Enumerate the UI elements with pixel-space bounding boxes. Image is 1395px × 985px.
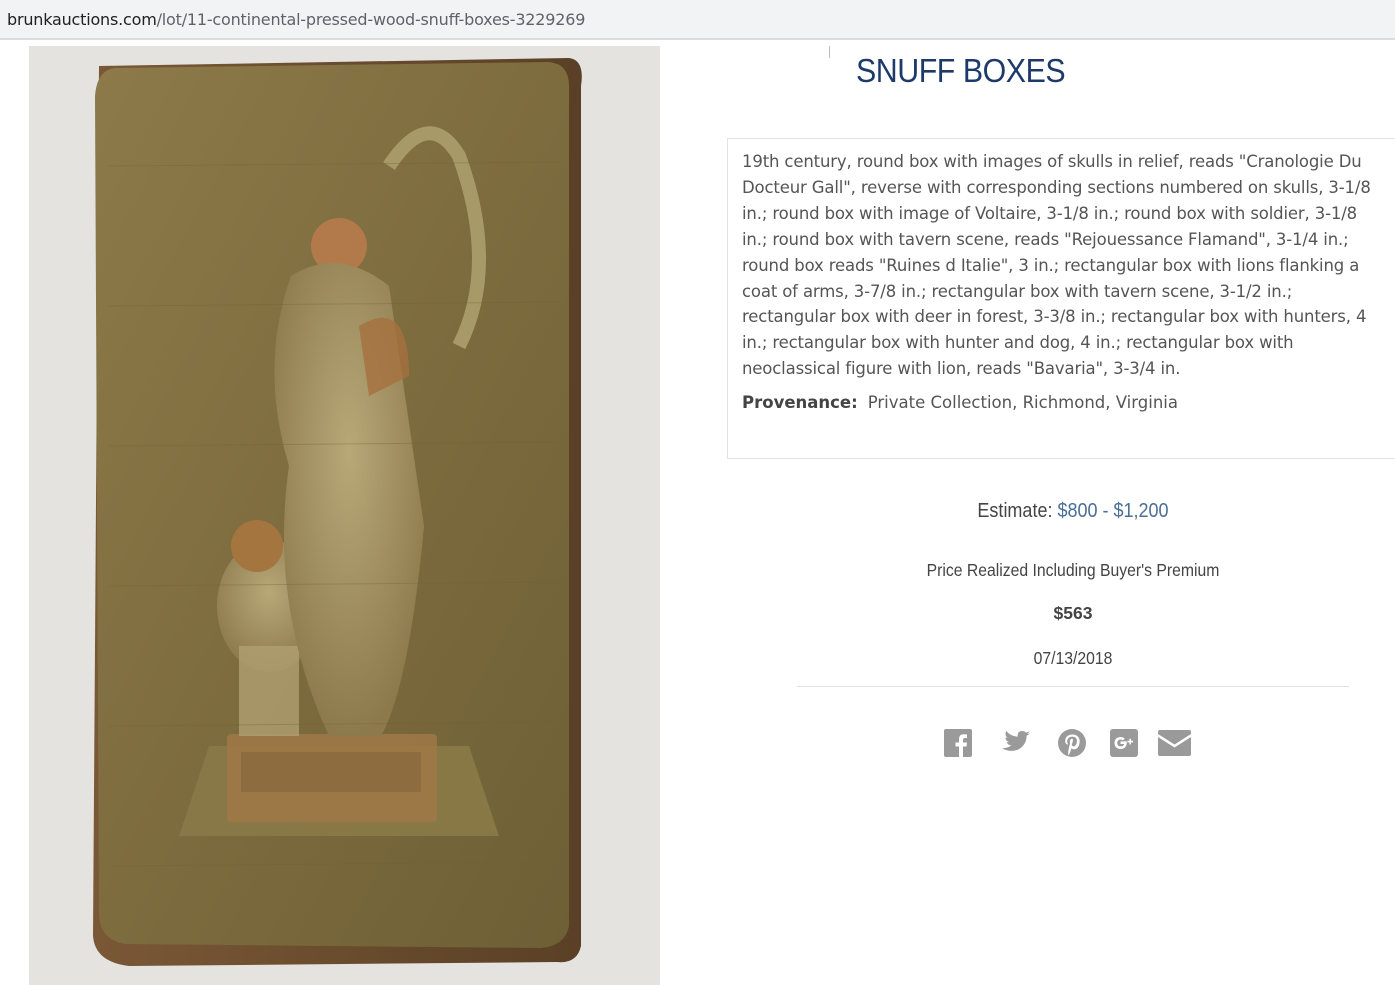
lot-description-box: 19th century, round box with images of s… [727, 138, 1395, 459]
lot-title: SNUFF BOXES [856, 52, 1066, 89]
provenance-value: Private Collection, Richmond, Virginia [867, 393, 1178, 413]
pinterest-icon[interactable] [1055, 727, 1089, 759]
section-divider [797, 686, 1349, 687]
title-divider-mark [829, 46, 830, 58]
email-icon[interactable] [1157, 727, 1191, 759]
url-text[interactable]: brunkauctions.com/lot/11-continental-pre… [7, 10, 585, 29]
estimate-value: $800 - $1,200 [1057, 500, 1169, 522]
twitter-icon[interactable] [998, 727, 1032, 759]
snuff-box-image [29, 46, 660, 985]
address-bar[interactable]: brunkauctions.com/lot/11-continental-pre… [0, 0, 1395, 40]
google-plus-icon[interactable] [1107, 727, 1141, 759]
price-realized-value: $563 [1053, 603, 1093, 623]
provenance-label: Provenance: [742, 393, 858, 413]
estimate-row: Estimate: $800 - $1,200 [825, 500, 1322, 523]
price-realized-label: Price Realized Including Buyer's Premium [926, 560, 1220, 580]
provenance-row: Provenance: Private Collection, Richmond,… [742, 393, 1382, 412]
url-path: /lot/11-continental-pressed-wood-snuff-b… [156, 10, 586, 29]
lot-description: 19th century, round box with images of s… [742, 152, 1371, 379]
lot-photo[interactable] [29, 46, 660, 985]
sale-date: 07/13/2018 [1033, 648, 1113, 668]
estimate-label: Estimate: [977, 500, 1053, 522]
url-host: brunkauctions.com [7, 10, 157, 29]
facebook-icon[interactable] [941, 727, 975, 759]
